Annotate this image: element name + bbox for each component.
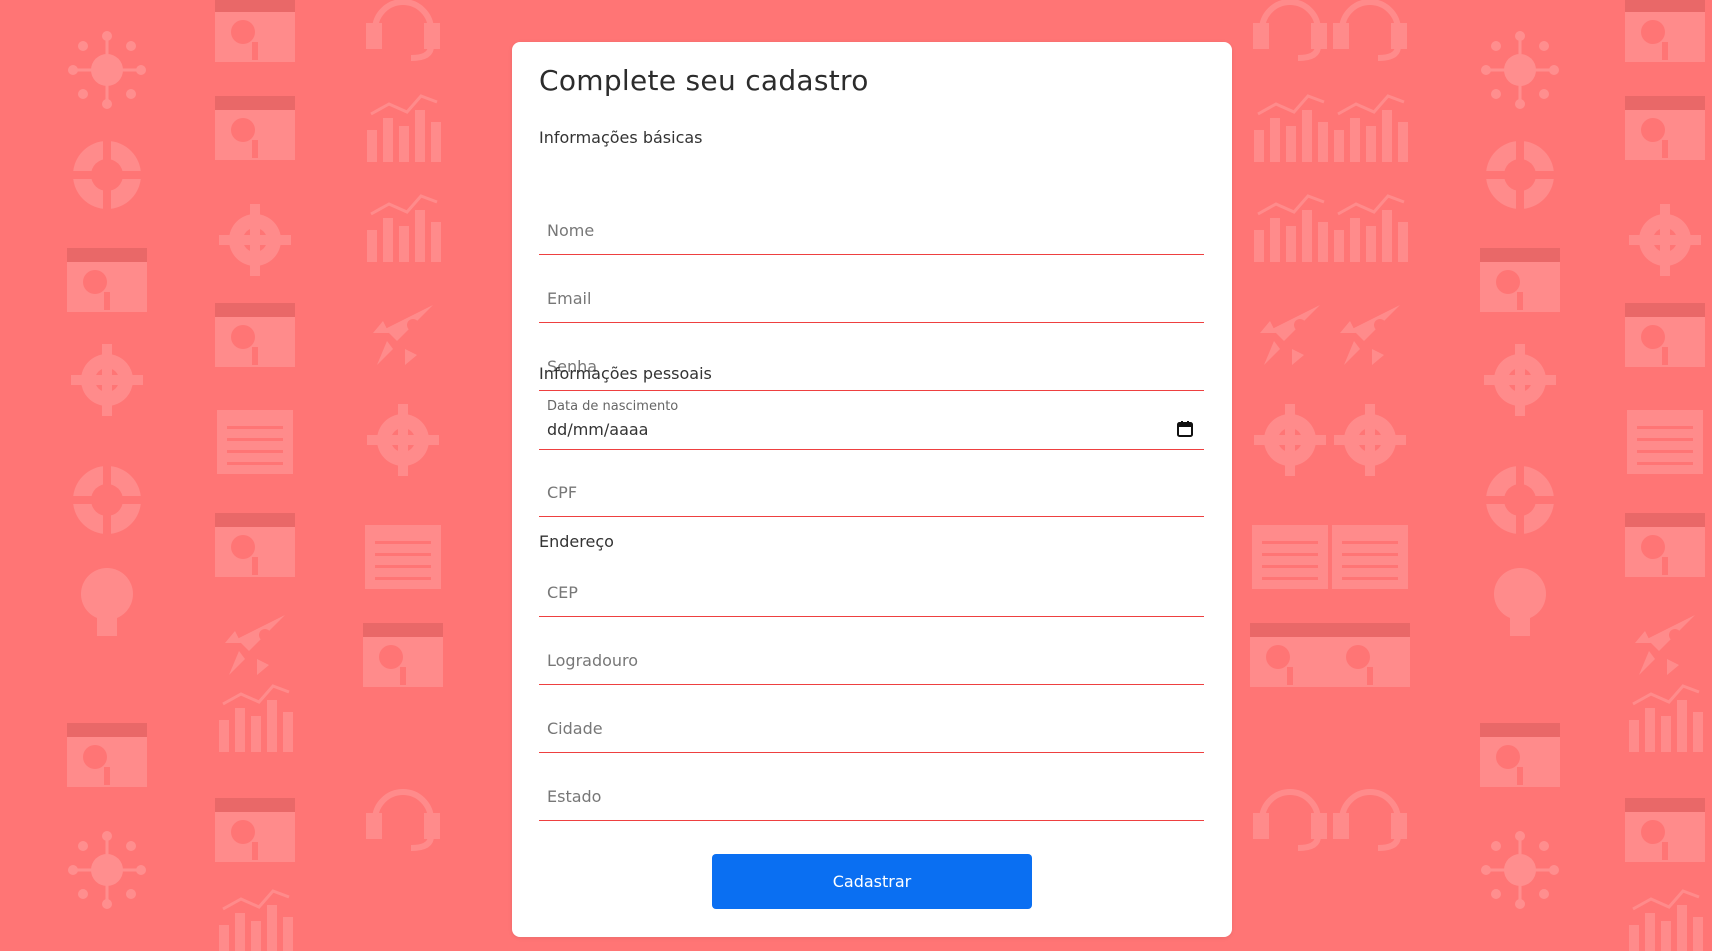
section-label-basic: Informações básicas [539, 128, 703, 147]
page-title: Complete seu cadastro [539, 64, 869, 97]
birthdate-value[interactable]: dd/mm/aaaa [547, 420, 648, 439]
email-field [539, 275, 1204, 323]
estado-field [539, 773, 1204, 821]
cpf-field [539, 469, 1204, 517]
calendar-icon[interactable] [1176, 420, 1194, 438]
birthdate-label: Data de nascimento [547, 399, 679, 414]
nome-field [539, 207, 1204, 255]
section-label-address: Endereço [539, 532, 614, 551]
cidade-field [539, 705, 1204, 753]
birthdate-field[interactable]: Data de nascimento dd/mm/aaaa [539, 394, 1204, 450]
estado-input[interactable] [539, 773, 1204, 820]
cadastrar-button[interactable]: Cadastrar [712, 854, 1032, 909]
nome-input[interactable] [539, 207, 1204, 254]
cidade-input[interactable] [539, 705, 1204, 752]
logradouro-field [539, 637, 1204, 685]
cep-field [539, 569, 1204, 617]
signup-card: Complete seu cadastro Informações básica… [512, 42, 1232, 937]
logradouro-input[interactable] [539, 637, 1204, 684]
cep-input[interactable] [539, 569, 1204, 616]
email-input[interactable] [539, 275, 1204, 322]
section-label-personal: Informações pessoais [539, 364, 712, 383]
cpf-input[interactable] [539, 469, 1204, 516]
